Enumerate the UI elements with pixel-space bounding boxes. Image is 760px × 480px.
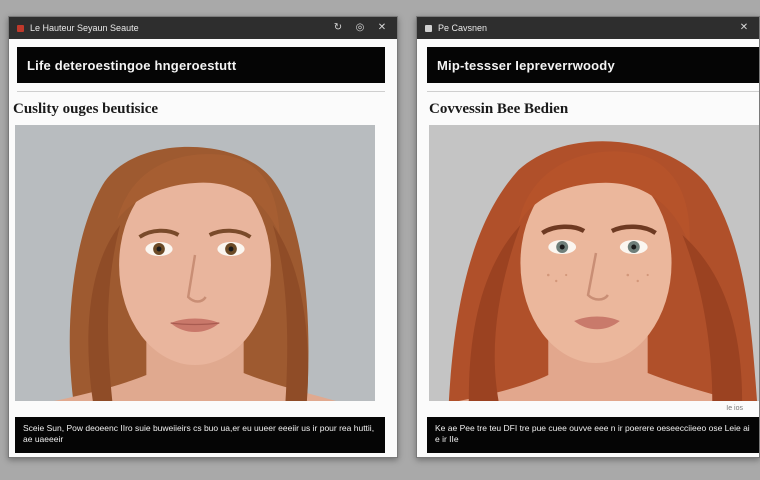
left-divider — [17, 91, 385, 92]
refresh-icon[interactable]: ↻ — [331, 21, 345, 35]
settings-icon[interactable]: ◎ — [353, 21, 367, 35]
right-meta: Ie ios — [726, 405, 743, 412]
left-caption: Sceie Sun, Pow deoeenc IIro suie buweiie… — [15, 417, 385, 453]
app-icon — [17, 24, 24, 32]
app-icon — [425, 24, 432, 32]
right-subtitle: Covvessin Bee Bedien — [429, 101, 569, 117]
right-portrait-illustration — [429, 125, 759, 401]
right-titlebar[interactable]: Pe Cavsnen ✕ — [417, 17, 759, 39]
left-window-title: Le Hauteur Seyaun Seaute — [30, 23, 139, 33]
right-divider — [427, 91, 759, 92]
left-header: Life deteroestingoe hngeroestutt — [17, 47, 385, 83]
left-subtitle: Cuslity ouges beutisice — [13, 101, 159, 117]
right-content: Mip-tessser Iepreverrwoody Covvessin Bee… — [417, 39, 759, 457]
right-window: Pe Cavsnen ✕ Mip-tessser Iepreverrwoody … — [416, 16, 760, 458]
right-window-title: Pe Cavsnen — [438, 23, 488, 33]
left-window: Le Hauteur Seyaun Seaute ↻ ◎ ✕ Life dete… — [8, 16, 398, 458]
left-content: Life deteroestingoe hngeroestutt Cuslity… — [9, 39, 397, 457]
right-header: Mip-tessser Iepreverrwoody — [427, 47, 759, 83]
right-caption: Ke ae Pee tre teu DFI tre pue cuee ouvve… — [427, 417, 759, 453]
left-portrait-photo — [15, 125, 375, 401]
left-portrait-illustration — [15, 125, 375, 401]
close-icon[interactable]: ✕ — [737, 21, 751, 35]
left-titlebar[interactable]: Le Hauteur Seyaun Seaute ↻ ◎ ✕ — [9, 17, 397, 39]
right-portrait-photo — [429, 125, 759, 401]
close-icon[interactable]: ✕ — [375, 21, 389, 35]
